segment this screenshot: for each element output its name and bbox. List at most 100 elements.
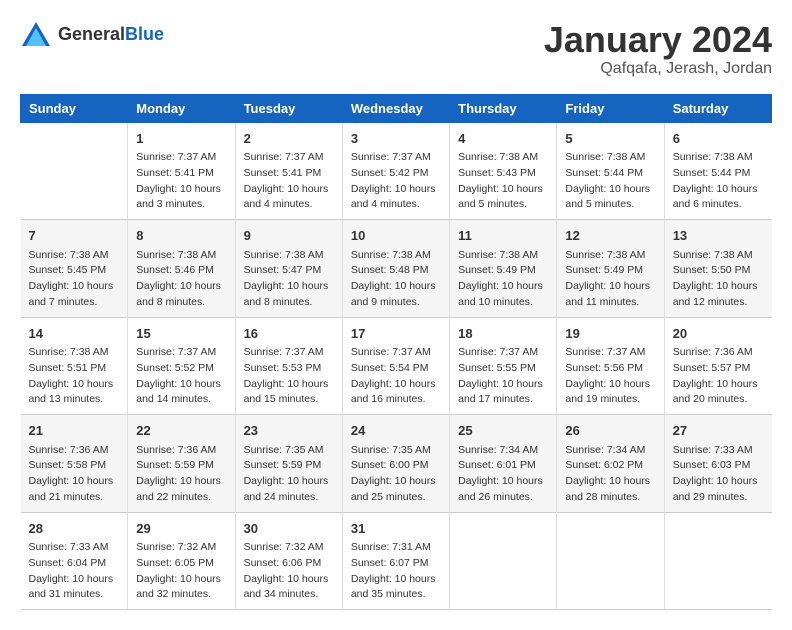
day-info: Sunrise: 7:36 AMSunset: 5:59 PMDaylight:… xyxy=(136,443,226,506)
calendar-cell: 13Sunrise: 7:38 AMSunset: 5:50 PMDayligh… xyxy=(664,220,771,318)
day-info: Sunrise: 7:36 AMSunset: 5:58 PMDaylight:… xyxy=(29,443,120,506)
day-info: Sunrise: 7:37 AMSunset: 5:52 PMDaylight:… xyxy=(136,345,226,408)
day-info: Sunrise: 7:32 AMSunset: 6:05 PMDaylight:… xyxy=(136,540,226,603)
calendar-cell: 19Sunrise: 7:37 AMSunset: 5:56 PMDayligh… xyxy=(557,317,664,415)
day-number: 20 xyxy=(673,324,764,344)
day-info: Sunrise: 7:38 AMSunset: 5:44 PMDaylight:… xyxy=(565,150,655,213)
day-number: 27 xyxy=(673,421,764,441)
day-number: 7 xyxy=(29,226,120,246)
day-info: Sunrise: 7:38 AMSunset: 5:51 PMDaylight:… xyxy=(29,345,120,408)
calendar-cell: 30Sunrise: 7:32 AMSunset: 6:06 PMDayligh… xyxy=(235,512,342,610)
calendar-cell: 24Sunrise: 7:35 AMSunset: 6:00 PMDayligh… xyxy=(342,415,449,513)
calendar-week-row: 14Sunrise: 7:38 AMSunset: 5:51 PMDayligh… xyxy=(21,317,772,415)
day-number: 12 xyxy=(565,226,655,246)
day-number: 5 xyxy=(565,129,655,149)
day-info: Sunrise: 7:38 AMSunset: 5:45 PMDaylight:… xyxy=(29,248,120,311)
column-header-sunday: Sunday xyxy=(21,94,128,122)
day-number: 23 xyxy=(244,421,334,441)
calendar-cell: 6Sunrise: 7:38 AMSunset: 5:44 PMDaylight… xyxy=(664,122,771,220)
calendar-week-row: 21Sunrise: 7:36 AMSunset: 5:58 PMDayligh… xyxy=(21,415,772,513)
day-info: Sunrise: 7:38 AMSunset: 5:49 PMDaylight:… xyxy=(565,248,655,311)
day-number: 10 xyxy=(351,226,441,246)
calendar-cell: 14Sunrise: 7:38 AMSunset: 5:51 PMDayligh… xyxy=(21,317,128,415)
calendar-header-row: SundayMondayTuesdayWednesdayThursdayFrid… xyxy=(21,94,772,122)
calendar-cell: 18Sunrise: 7:37 AMSunset: 5:55 PMDayligh… xyxy=(450,317,557,415)
logo: GeneralBlue xyxy=(20,20,164,48)
day-number: 6 xyxy=(673,129,764,149)
day-info: Sunrise: 7:37 AMSunset: 5:42 PMDaylight:… xyxy=(351,150,441,213)
page-subtitle: Qafqafa, Jerash, Jordan xyxy=(544,60,772,78)
day-info: Sunrise: 7:37 AMSunset: 5:41 PMDaylight:… xyxy=(244,150,334,213)
calendar-cell: 27Sunrise: 7:33 AMSunset: 6:03 PMDayligh… xyxy=(664,415,771,513)
calendar-cell: 21Sunrise: 7:36 AMSunset: 5:58 PMDayligh… xyxy=(21,415,128,513)
day-info: Sunrise: 7:37 AMSunset: 5:53 PMDaylight:… xyxy=(244,345,334,408)
calendar-cell: 31Sunrise: 7:31 AMSunset: 6:07 PMDayligh… xyxy=(342,512,449,610)
calendar-cell: 11Sunrise: 7:38 AMSunset: 5:49 PMDayligh… xyxy=(450,220,557,318)
page-header: GeneralBlue January 2024 Qafqafa, Jerash… xyxy=(20,20,772,78)
calendar-cell: 7Sunrise: 7:38 AMSunset: 5:45 PMDaylight… xyxy=(21,220,128,318)
day-number: 16 xyxy=(244,324,334,344)
day-number: 19 xyxy=(565,324,655,344)
day-info: Sunrise: 7:35 AMSunset: 5:59 PMDaylight:… xyxy=(244,443,334,506)
column-header-tuesday: Tuesday xyxy=(235,94,342,122)
logo-text-blue: Blue xyxy=(125,24,164,44)
calendar-cell: 5Sunrise: 7:38 AMSunset: 5:44 PMDaylight… xyxy=(557,122,664,220)
calendar-cell: 22Sunrise: 7:36 AMSunset: 5:59 PMDayligh… xyxy=(128,415,235,513)
day-number: 28 xyxy=(29,519,120,539)
calendar-week-row: 1 Sunrise: 7:37 AMSunset: 5:41 PMDaylight… xyxy=(21,122,772,220)
calendar-cell xyxy=(21,122,128,220)
day-info: Sunrise: 7:31 AMSunset: 6:07 PMDaylight:… xyxy=(351,540,441,603)
title-block: January 2024 Qafqafa, Jerash, Jordan xyxy=(544,20,772,78)
day-info: Sunrise: 7:35 AMSunset: 6:00 PMDaylight:… xyxy=(351,443,441,506)
calendar-cell: 28Sunrise: 7:33 AMSunset: 6:04 PMDayligh… xyxy=(21,512,128,610)
day-number: 9 xyxy=(244,226,334,246)
calendar-cell: 23Sunrise: 7:35 AMSunset: 5:59 PMDayligh… xyxy=(235,415,342,513)
calendar-cell: 9Sunrise: 7:38 AMSunset: 5:47 PMDaylight… xyxy=(235,220,342,318)
calendar-cell: 25Sunrise: 7:34 AMSunset: 6:01 PMDayligh… xyxy=(450,415,557,513)
calendar-cell: 26Sunrise: 7:34 AMSunset: 6:02 PMDayligh… xyxy=(557,415,664,513)
day-info: Sunrise: 7:37 AMSunset: 5:54 PMDaylight:… xyxy=(351,345,441,408)
day-number: 31 xyxy=(351,519,441,539)
day-number: 30 xyxy=(244,519,334,539)
day-number: 4 xyxy=(458,129,548,149)
day-info: Sunrise: 7:33 AMSunset: 6:04 PMDaylight:… xyxy=(29,540,120,603)
day-number: 17 xyxy=(351,324,441,344)
calendar-cell: 4Sunrise: 7:38 AMSunset: 5:43 PMDaylight… xyxy=(450,122,557,220)
day-info: Sunrise: 7:38 AMSunset: 5:48 PMDaylight:… xyxy=(351,248,441,311)
column-header-friday: Friday xyxy=(557,94,664,122)
day-info: Sunrise: 7:37 AMSunset: 5:55 PMDaylight:… xyxy=(458,345,548,408)
calendar-cell: 16Sunrise: 7:37 AMSunset: 5:53 PMDayligh… xyxy=(235,317,342,415)
calendar-cell: 17Sunrise: 7:37 AMSunset: 5:54 PMDayligh… xyxy=(342,317,449,415)
day-number: 15 xyxy=(136,324,226,344)
calendar-table: SundayMondayTuesdayWednesdayThursdayFrid… xyxy=(20,94,772,611)
day-info: Sunrise: 7:38 AMSunset: 5:44 PMDaylight:… xyxy=(673,150,764,213)
page-title: January 2024 xyxy=(544,20,772,60)
day-info: Sunrise: 7:38 AMSunset: 5:49 PMDaylight:… xyxy=(458,248,548,311)
day-number: 1 xyxy=(136,129,226,149)
day-number: 3 xyxy=(351,129,441,149)
day-number: 24 xyxy=(351,421,441,441)
day-number: 25 xyxy=(458,421,548,441)
day-number: 11 xyxy=(458,226,548,246)
calendar-cell: 29Sunrise: 7:32 AMSunset: 6:05 PMDayligh… xyxy=(128,512,235,610)
column-header-thursday: Thursday xyxy=(450,94,557,122)
calendar-cell: 8Sunrise: 7:38 AMSunset: 5:46 PMDaylight… xyxy=(128,220,235,318)
logo-icon xyxy=(20,20,52,48)
calendar-cell: 12Sunrise: 7:38 AMSunset: 5:49 PMDayligh… xyxy=(557,220,664,318)
day-info: Sunrise: 7:32 AMSunset: 6:06 PMDaylight:… xyxy=(244,540,334,603)
column-header-saturday: Saturday xyxy=(664,94,771,122)
calendar-cell xyxy=(664,512,771,610)
calendar-week-row: 7Sunrise: 7:38 AMSunset: 5:45 PMDaylight… xyxy=(21,220,772,318)
logo-text-general: General xyxy=(58,24,125,44)
calendar-cell: 2Sunrise: 7:37 AMSunset: 5:41 PMDaylight… xyxy=(235,122,342,220)
column-header-wednesday: Wednesday xyxy=(342,94,449,122)
day-info: Sunrise: 7:38 AMSunset: 5:46 PMDaylight:… xyxy=(136,248,226,311)
day-number: 22 xyxy=(136,421,226,441)
calendar-cell: 15Sunrise: 7:37 AMSunset: 5:52 PMDayligh… xyxy=(128,317,235,415)
day-info: Sunrise: 7:37 AMSunset: 5:56 PMDaylight:… xyxy=(565,345,655,408)
day-info: Sunrise: 7:38 AMSunset: 5:50 PMDaylight:… xyxy=(673,248,764,311)
calendar-cell: 20Sunrise: 7:36 AMSunset: 5:57 PMDayligh… xyxy=(664,317,771,415)
day-info: Sunrise: 7:33 AMSunset: 6:03 PMDaylight:… xyxy=(673,443,764,506)
day-info: Sunrise: 7:34 AMSunset: 6:02 PMDaylight:… xyxy=(565,443,655,506)
calendar-cell: 1Sunrise: 7:37 AMSunset: 5:41 PMDaylight… xyxy=(128,122,235,220)
